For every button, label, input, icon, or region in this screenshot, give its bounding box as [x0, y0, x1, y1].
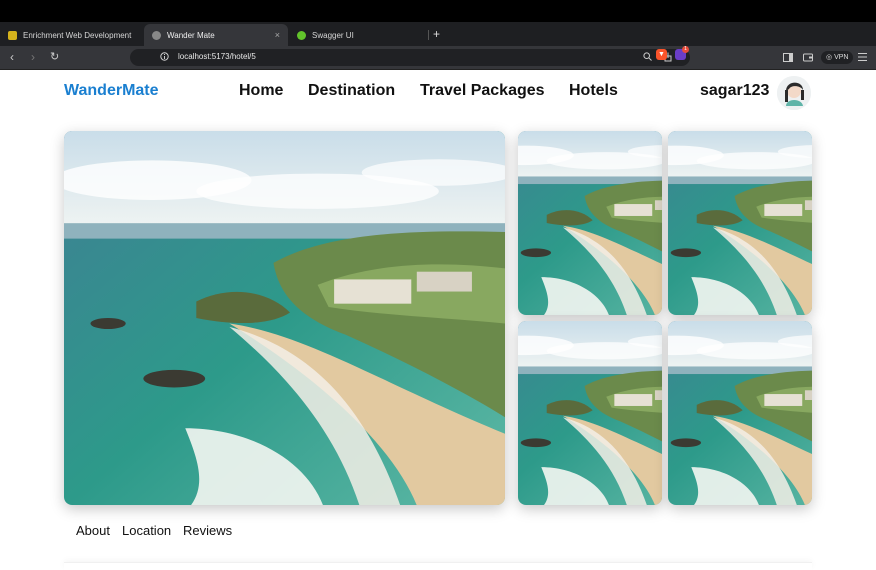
beach-photo-image	[518, 131, 662, 315]
beach-photo-image	[518, 321, 662, 505]
hotel-thumb-photo-3[interactable]	[518, 321, 662, 505]
menu-icon[interactable]	[858, 53, 867, 63]
tab-title: Enrichment Web Development	[23, 30, 132, 40]
browser-tab-wandermate[interactable]: Wander Mate ×	[144, 24, 288, 46]
nav-destination[interactable]: Destination	[308, 82, 395, 100]
globe-icon	[152, 30, 161, 40]
wallet-icon[interactable]	[803, 53, 813, 64]
new-tab-button[interactable]: +	[433, 27, 440, 41]
folder-icon	[8, 30, 17, 40]
site-info-icon[interactable]	[160, 52, 169, 63]
nav-home[interactable]: Home	[239, 82, 283, 100]
nav-hotels[interactable]: Hotels	[569, 82, 618, 100]
beach-photo-image	[668, 321, 812, 505]
rewards-badge: 1	[682, 46, 689, 53]
address-bar: ‹ › ↻ localhost:5173/hotel/5 ▼ 1 ◎ VPN	[0, 46, 876, 70]
zoom-icon[interactable]	[643, 52, 652, 63]
hotel-main-photo[interactable]	[64, 131, 505, 505]
username[interactable]: sagar123	[700, 82, 769, 100]
beach-photo-image	[64, 131, 505, 505]
tab-about[interactable]: About	[76, 523, 110, 538]
vpn-button[interactable]: ◎ VPN	[821, 51, 854, 64]
site-header: WanderMate Home Destination Travel Packa…	[0, 70, 876, 120]
tab-divider	[428, 30, 429, 40]
forward-button[interactable]: ›	[31, 50, 35, 64]
hotel-thumb-photo-2[interactable]	[668, 131, 812, 315]
hotel-thumb-photo-1[interactable]	[518, 131, 662, 315]
back-button[interactable]: ‹	[10, 50, 14, 64]
hotel-thumb-photo-4[interactable]	[668, 321, 812, 505]
beach-photo-image	[668, 131, 812, 315]
window-top-bar	[0, 0, 876, 22]
close-tab-icon[interactable]: ×	[275, 30, 280, 40]
vpn-label: VPN	[834, 54, 849, 61]
browser-tab-swagger[interactable]: Swagger UI	[289, 24, 429, 46]
tab-location[interactable]: Location	[122, 523, 171, 538]
brave-shields-icon[interactable]: ▼	[656, 49, 667, 60]
tab-title: Wander Mate	[167, 30, 215, 40]
reload-button[interactable]: ↻	[50, 50, 59, 64]
url-text: localhost:5173/hotel/5	[178, 52, 256, 61]
swagger-icon	[297, 30, 306, 40]
avatar[interactable]	[777, 76, 811, 110]
content-panel-edge	[64, 562, 812, 570]
sidebar-icon[interactable]	[783, 53, 793, 64]
brand-logo[interactable]: WanderMate	[64, 82, 159, 100]
brave-rewards-icon[interactable]: 1	[675, 46, 689, 60]
nav-travel-packages[interactable]: Travel Packages	[420, 82, 545, 100]
tab-reviews[interactable]: Reviews	[183, 523, 232, 538]
tab-title: Swagger UI	[312, 30, 354, 40]
url-field[interactable]: localhost:5173/hotel/5	[130, 49, 690, 66]
browser-tab-enrichment[interactable]: Enrichment Web Development	[0, 24, 143, 46]
